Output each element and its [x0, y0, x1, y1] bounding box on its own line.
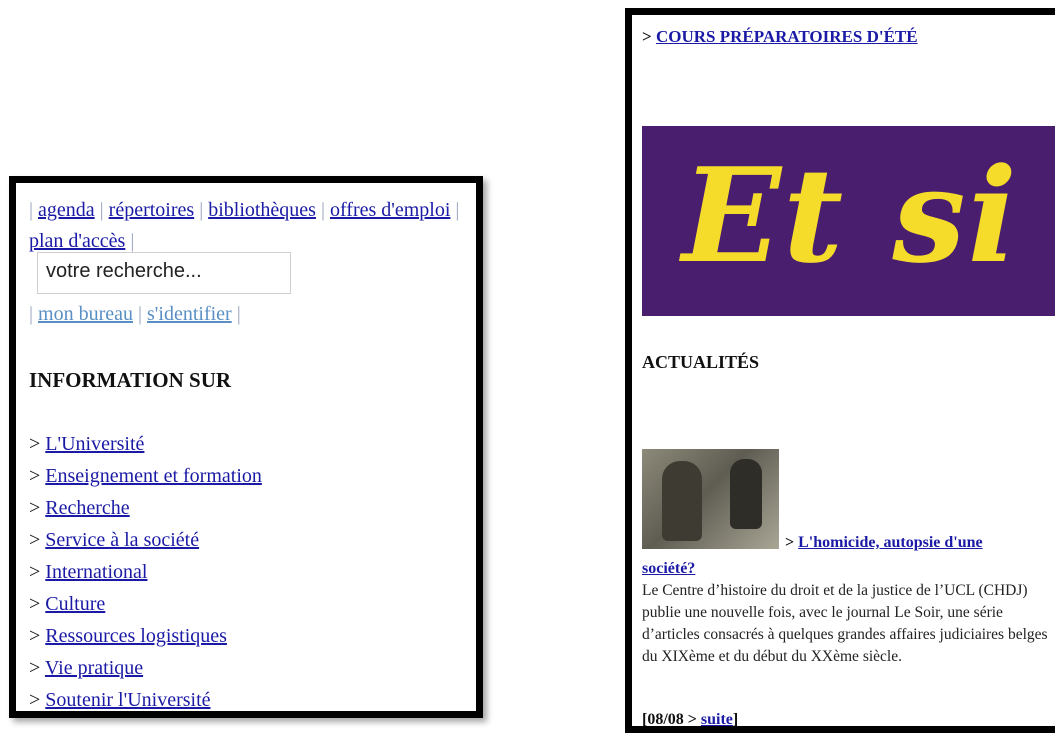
separator: |	[29, 303, 34, 325]
list-item: > Ressources logistiques	[29, 620, 262, 652]
list-item: > Service à la société	[29, 524, 262, 556]
link-repertoires[interactable]: répertoires	[109, 199, 195, 221]
separator: |	[138, 303, 143, 325]
separator: |	[236, 303, 241, 325]
promo-banner[interactable]: Et si	[642, 126, 1055, 316]
link-agenda[interactable]: agenda	[38, 199, 95, 221]
arrow-icon: >	[29, 625, 41, 647]
menu-link-enseignement[interactable]: Enseignement et formation	[45, 465, 262, 487]
list-item: > Recherche	[29, 492, 262, 524]
information-menu: > L'Université > Enseignement et formati…	[29, 428, 262, 716]
account-links-bar: | mon bureau | s'identifier |	[29, 299, 241, 330]
arrow-icon: >	[642, 27, 652, 46]
separator: |	[320, 199, 325, 221]
list-item: > Enseignement et formation	[29, 460, 262, 492]
separator: |	[199, 199, 204, 221]
news-more-link[interactable]: suite	[701, 711, 733, 726]
cours-preparatoires-link[interactable]: COURS PRÉPARATOIRES D'ÉTÉ	[656, 27, 918, 46]
menu-link-recherche[interactable]: Recherche	[45, 497, 129, 519]
news-thumbnail-image[interactable]	[642, 449, 779, 549]
news-title-continuation: société?	[642, 560, 695, 578]
link-s-identifier[interactable]: s'identifier	[147, 303, 232, 325]
list-item: > International	[29, 556, 262, 588]
right-news-panel: > COURS PRÉPARATOIRES D'ÉTÉ Et si ACTUAL…	[625, 8, 1055, 733]
arrow-icon: >	[785, 534, 795, 551]
menu-link-ressources[interactable]: Ressources logistiques	[45, 625, 227, 647]
news-summary: Le Centre d’histoire du droit et de la j…	[642, 582, 1048, 665]
menu-link-vie-pratique[interactable]: Vie pratique	[45, 657, 143, 679]
arrow-icon: >	[29, 497, 41, 519]
separator: |	[29, 199, 34, 221]
list-item: > Vie pratique	[29, 652, 262, 684]
news-date-close: ]	[732, 711, 739, 728]
menu-link-soutenir[interactable]: Soutenir l'Université	[45, 689, 210, 711]
list-item: > Soutenir l'Université	[29, 684, 262, 716]
menu-link-culture[interactable]: Culture	[45, 593, 105, 615]
arrow-icon: >	[29, 433, 41, 455]
arrow-icon: >	[29, 657, 41, 679]
link-plan-acces[interactable]: plan d'accès	[29, 230, 125, 252]
actualites-heading: ACTUALITÉS	[642, 352, 760, 372]
list-item: > Culture	[29, 588, 262, 620]
figure-shape	[662, 461, 702, 541]
top-links-bar: | agenda | répertoires | bibliothèques |…	[29, 195, 479, 257]
news-title-link[interactable]: L'homicide, autopsie d'une	[798, 534, 982, 551]
news-title-link[interactable]: société?	[642, 560, 695, 577]
arrow-icon: >	[29, 529, 41, 551]
arrow-icon: >	[29, 465, 41, 487]
figure-shape	[730, 459, 762, 529]
news-date-row: [08/08 > suite]	[642, 711, 739, 728]
search-input[interactable]: votre recherche...	[37, 252, 291, 294]
link-mon-bureau[interactable]: mon bureau	[38, 303, 133, 325]
link-bibliotheques[interactable]: bibliothèques	[208, 199, 316, 221]
separator: |	[455, 199, 460, 221]
separator: |	[130, 230, 135, 252]
link-offres-emploi[interactable]: offres d'emploi	[330, 199, 450, 221]
menu-link-universite[interactable]: L'Université	[45, 433, 144, 455]
left-navigation-panel: | agenda | répertoires | bibliothèques |…	[9, 176, 483, 718]
arrow-icon: >	[29, 561, 41, 583]
news-title-row: > L'homicide, autopsie d'une	[785, 534, 983, 552]
news-date: [08/08 >	[642, 711, 697, 728]
list-item: > L'Université	[29, 428, 262, 460]
banner-text: Et si	[682, 139, 1019, 292]
separator: |	[99, 199, 104, 221]
information-heading: INFORMATION SUR	[29, 368, 232, 392]
arrow-icon: >	[29, 689, 41, 711]
cours-preparatoires-row: > COURS PRÉPARATOIRES D'ÉTÉ	[642, 27, 918, 47]
menu-link-international[interactable]: International	[45, 561, 147, 583]
menu-link-service-societe[interactable]: Service à la société	[45, 529, 199, 551]
arrow-icon: >	[29, 593, 41, 615]
